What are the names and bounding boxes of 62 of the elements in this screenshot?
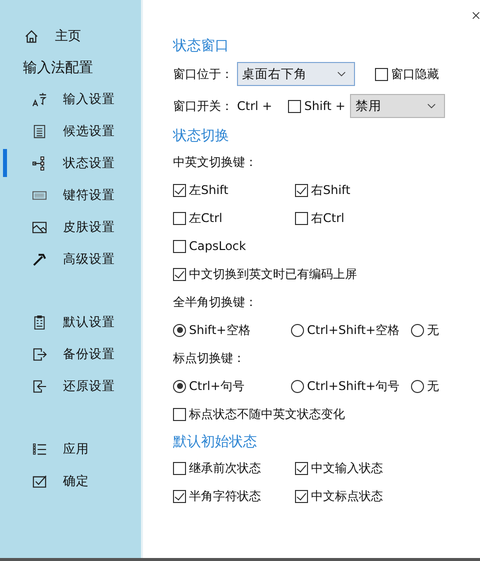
sidebar-item[interactable]: 键符设置 [0,185,141,205]
key-label: Ctrl + [237,99,272,113]
field-label: 窗口开关： [173,98,233,114]
key-checkbox[interactable]: 右Ctrl [295,208,480,228]
radio-circle[interactable] [411,324,424,336]
sidebar-item[interactable]: 应用 [0,439,141,459]
home-icon [24,28,39,44]
radio-circle[interactable] [173,324,186,336]
state-checkbox[interactable]: 半角字符状态 [173,486,295,506]
radio-button[interactable]: Ctrl+Shift+空格 [291,320,411,340]
section-title: 输入法配置 [22,59,94,77]
field-label: 窗口位于： [173,66,233,82]
document-icon [32,124,47,138]
radio-button[interactable]: Ctrl+句号 [173,376,291,396]
close-icon[interactable] [472,11,480,20]
sidebar-item[interactable]: 候选设置 [0,121,141,141]
capslock-checkbox[interactable]: CapsLock [173,236,246,256]
punctuation-checkbox[interactable]: 标点状态不随中英文状态变化 [173,404,345,424]
field-label: 标点切换键： [173,350,246,367]
commit-checkbox[interactable]: 中文切换到英文时已有编码上屏 [173,264,357,284]
tree-icon [32,156,47,170]
state-checkbox[interactable]: 中文输入状态 [295,458,480,478]
sidebar-item[interactable]: 确定 [0,471,141,491]
section-heading: 状态窗口 [173,37,230,56]
checkbox-icon [32,474,47,488]
sidebar-item[interactable]: 还原设置 [0,376,141,396]
radio-circle[interactable] [291,380,304,392]
section-heading: 默认初始状态 [173,433,258,452]
position-dropdown[interactable]: 桌面右下角 [237,62,355,86]
radio-button[interactable]: 无 [411,320,439,340]
sidebar-item[interactable]: 皮肤设置 [0,217,141,237]
section-heading: 状态切换 [173,127,230,146]
radio-button[interactable]: 无 [411,376,439,396]
field-label: 中英文切换键： [173,154,258,171]
hammer-icon [32,252,47,266]
radio-circle[interactable] [411,380,424,392]
shift-checkbox[interactable]: Shift + [288,96,346,116]
clipboard-icon [32,314,47,330]
home-link[interactable]: 主页 [0,26,141,46]
chevron-down-icon [337,71,346,77]
radio-button[interactable]: Shift+空格 [173,320,291,340]
radio-circle[interactable] [173,380,186,392]
export-icon [32,346,47,362]
key-checkbox[interactable]: 左Shift [173,180,295,200]
radio-button[interactable]: Ctrl+Shift+句号 [291,376,411,396]
key-checkbox[interactable]: 左Ctrl [173,208,295,228]
toggle-dropdown[interactable]: 禁用 [350,94,446,118]
sidebar-item[interactable]: 输入设置 [0,89,141,109]
radio-circle[interactable] [291,324,304,336]
field-label: 全半角切换键： [173,294,258,311]
state-checkbox[interactable]: 继承前次状态 [173,458,295,478]
font-icon [32,92,47,106]
chevron-down-icon [427,103,436,109]
sidebar-item[interactable]: 默认设置 [0,312,141,332]
sidebar-item[interactable]: 高级设置 [0,249,141,269]
image-icon [32,220,47,234]
hide-checkbox[interactable]: 窗口隐藏 [375,64,439,84]
key-checkbox[interactable]: 右Shift [295,180,480,200]
import-icon [32,378,47,394]
state-checkbox[interactable]: 中文标点状态 [295,486,480,506]
list-icon [32,442,47,456]
sidebar-item[interactable]: 备份设置 [0,344,141,364]
